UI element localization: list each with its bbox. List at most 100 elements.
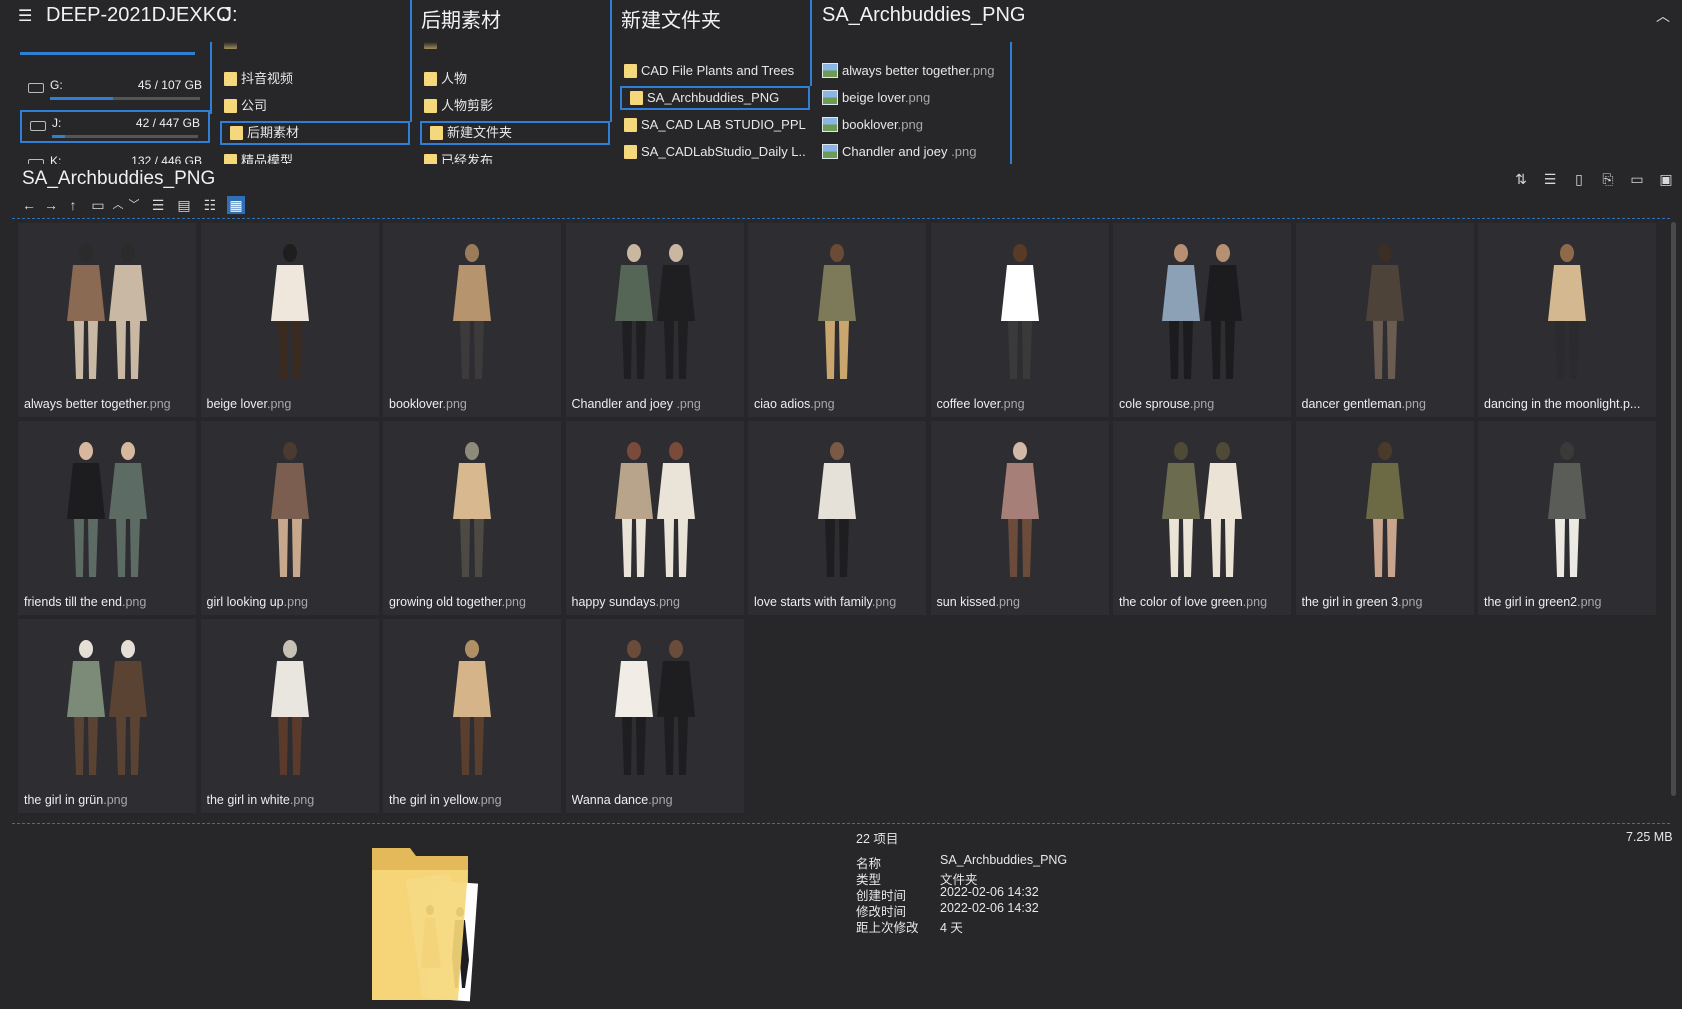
vertical-scrollbar[interactable] xyxy=(1671,222,1676,796)
total-size: 7.25 MB xyxy=(1626,830,1673,844)
up-icon[interactable]: ↑ xyxy=(64,196,82,214)
file-row[interactable]: beige lover.png xyxy=(816,86,1006,110)
file-row[interactable]: booklover.png xyxy=(816,113,1006,137)
image-thumbnail xyxy=(67,442,147,577)
thumbnail-tile[interactable]: happy sundays.png xyxy=(565,421,744,615)
detail-value-name: SA_Archbuddies_PNG xyxy=(940,853,1068,867)
image-file-icon xyxy=(822,117,838,133)
thumbnail-tile[interactable]: ciao adios.png xyxy=(748,223,926,417)
file-name-label: the girl in green2.png xyxy=(1484,595,1602,609)
folder-row[interactable]: SA_CAD LAB STUDIO_PPL... xyxy=(616,113,806,137)
thumbnail-tile[interactable]: beige lover.png xyxy=(200,223,379,417)
column-title-j: J: xyxy=(222,4,238,26)
thumbnail-view-icon[interactable]: ▦ xyxy=(227,196,245,214)
folder-row[interactable]: SA_CADLabStudio_Daily L... xyxy=(616,140,806,164)
file-name-label: happy sundays.png xyxy=(571,595,680,609)
thumbnail-tile[interactable]: the girl in green 3.png xyxy=(1295,421,1474,615)
image-thumbnail xyxy=(453,640,491,775)
thumbnail-tile[interactable]: Wanna dance.png xyxy=(565,619,744,813)
folder-row[interactable]: 人物剪影 xyxy=(416,94,606,118)
thumbnail-tile[interactable]: Chandler and joey .png xyxy=(565,223,744,417)
thumbnail-tile[interactable]: the girl in white.png xyxy=(200,619,379,813)
drive-capacity: 45 / 107 GB xyxy=(137,78,202,92)
thumbnail-tile[interactable]: booklover.png xyxy=(383,223,561,417)
file-row[interactable]: Chandler and joey .png xyxy=(816,140,1006,164)
file-name-label: the girl in white.png xyxy=(206,793,315,807)
collapse-icon[interactable]: ︿ xyxy=(1656,6,1670,26)
folder-icon xyxy=(224,153,237,164)
pane-title: SA_Archbuddies_PNG xyxy=(22,168,216,189)
list-options-icon[interactable]: ☰ xyxy=(1541,170,1559,188)
hard-drive-icon xyxy=(30,121,46,131)
folder-icon xyxy=(424,98,437,113)
new-file-icon[interactable]: ⎘ xyxy=(1599,170,1617,188)
image-thumbnail xyxy=(614,244,695,379)
image-thumbnail xyxy=(1162,442,1242,577)
drive-g[interactable]: G: 45 / 107 GB xyxy=(20,74,210,107)
drive-label: J: xyxy=(52,116,62,130)
detail-key-age: 距上次修改 xyxy=(856,921,919,935)
thumbnail-tile[interactable]: the girl in yellow.png xyxy=(383,619,561,813)
preview-pane-icon[interactable]: ▭ xyxy=(1628,170,1646,188)
image-thumbnail xyxy=(270,244,309,379)
file-name-label: the girl in grün.png xyxy=(24,793,128,807)
folder-row-selected[interactable]: SA_Archbuddies_PNG xyxy=(620,86,810,110)
drive-k[interactable]: K: 132 / 446 GB xyxy=(20,150,210,164)
folder-row[interactable]: 公司 xyxy=(216,94,406,118)
hard-drive-icon xyxy=(28,83,44,93)
folder-row[interactable]: 抖音视频 xyxy=(216,67,406,91)
tiles-view-icon[interactable]: ☷ xyxy=(201,196,219,214)
thumbnail-tile[interactable]: coffee lover.png xyxy=(930,223,1109,417)
drive-usage-bar xyxy=(50,97,200,100)
file-name-label: cole sprouse.png xyxy=(1119,397,1215,411)
folder-row[interactable]: 精品模型 xyxy=(216,149,406,164)
drive-h-partial xyxy=(20,42,195,55)
folder-row[interactable]: 已经发布 xyxy=(416,149,606,164)
thumbnail-tile[interactable]: dancer gentleman.png xyxy=(1295,223,1474,417)
drive-j[interactable]: J: 42 / 447 GB xyxy=(20,110,210,143)
image-thumbnail xyxy=(1548,244,1586,379)
menu-icon[interactable]: ☰ xyxy=(18,8,36,26)
column-title-material: 后期素材 xyxy=(421,10,501,32)
list-view-icon[interactable]: ☰ xyxy=(149,196,167,214)
folder-icon xyxy=(430,125,443,140)
back-icon[interactable]: ← xyxy=(20,196,38,214)
details-view-icon[interactable]: ▤ xyxy=(175,196,193,214)
folder-row-selected[interactable]: 后期素材 xyxy=(220,121,410,145)
thumbnail-tile[interactable]: the girl in green2.png xyxy=(1478,421,1656,615)
thumbnail-tile[interactable]: love starts with family.png xyxy=(748,421,926,615)
thumbnail-tile[interactable]: the girl in grün.png xyxy=(18,619,196,813)
folder-icon xyxy=(424,71,437,86)
details-preview xyxy=(370,846,490,1004)
thumbnail-tile[interactable]: dancing in the moonlight.p... xyxy=(1478,223,1656,417)
image-thumbnail xyxy=(818,244,856,379)
thumbnail-tile[interactable]: always better together.png xyxy=(18,223,196,417)
chevron-down-icon[interactable]: ﹀ xyxy=(125,196,143,214)
file-row[interactable]: always better together.png xyxy=(816,59,1006,83)
file-name-label: dancing in the moonlight.p... xyxy=(1484,397,1641,411)
detail-value-modified: 2022-02-06 14:32 xyxy=(940,901,1039,915)
thumbnail-tile[interactable]: friends till the end.png xyxy=(18,421,196,615)
file-name-label: beige lover.png xyxy=(206,397,292,411)
image-thumbnail xyxy=(67,640,147,775)
folder-row-selected[interactable]: 新建文件夹 xyxy=(420,121,610,145)
drive-capacity: 132 / 446 GB xyxy=(131,154,202,164)
folder-icon xyxy=(424,153,437,164)
thumbnail-tile[interactable]: cole sprouse.png xyxy=(1113,223,1291,417)
image-file-icon xyxy=(822,63,838,79)
drive-capacity: 42 / 447 GB xyxy=(135,116,200,130)
file-name-label: ciao adios.png xyxy=(754,397,835,411)
folder-outline-icon[interactable]: ▭ xyxy=(89,196,107,214)
clipboard-icon[interactable]: ▣ xyxy=(1657,170,1675,188)
item-count: 22 项目 xyxy=(856,832,899,846)
folder-row[interactable]: 人物 xyxy=(416,67,606,91)
forward-icon[interactable]: → xyxy=(42,196,60,214)
folder-row[interactable]: CAD File Plants and Trees xyxy=(616,59,806,83)
thumbnail-tile[interactable]: growing old together.png xyxy=(383,421,561,615)
sort-icon[interactable]: ⇅ xyxy=(1512,170,1530,188)
thumbnail-tile[interactable]: the color of love green.png xyxy=(1113,421,1291,615)
thumbnail-tile[interactable]: sun kissed.png xyxy=(930,421,1109,615)
image-thumbnail xyxy=(1548,442,1586,577)
document-icon[interactable]: ▯ xyxy=(1570,170,1588,188)
thumbnail-tile[interactable]: girl looking up.png xyxy=(200,421,379,615)
